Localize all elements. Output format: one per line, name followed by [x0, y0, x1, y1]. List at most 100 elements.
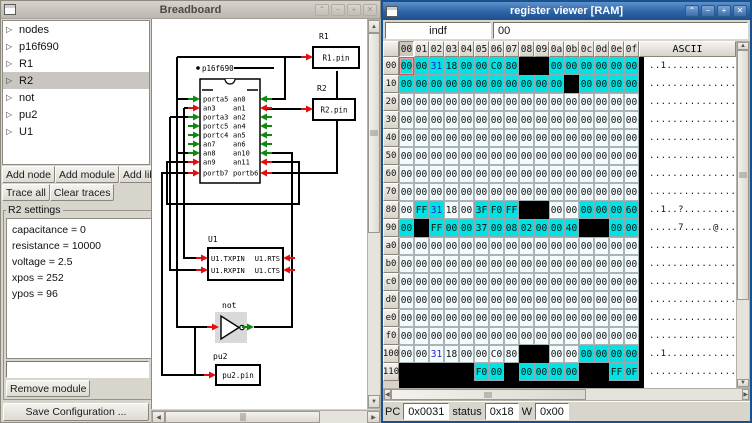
ram-cell-f0-4[interactable]: 00 — [459, 327, 474, 345]
ram-cell-50-2[interactable]: 00 — [429, 147, 444, 165]
scroll-up-button[interactable]: ▲ — [737, 42, 749, 50]
ram-cell-a0-0[interactable]: 00 — [399, 237, 414, 255]
ram-cell-20-9[interactable]: 00 — [534, 93, 549, 111]
ram-cell-b0-8[interactable]: 00 — [519, 255, 534, 273]
row-label[interactable]: 100 — [383, 345, 399, 363]
ram-cell-100-2[interactable]: 31 — [429, 345, 444, 363]
register-value-field[interactable]: 00 — [493, 22, 748, 39]
pin-label-an4[interactable]: an4 — [233, 123, 246, 131]
ram-cell-40-6[interactable]: 00 — [489, 129, 504, 147]
register-name-field[interactable]: indf — [385, 22, 491, 39]
ram-cell-a0-9[interactable]: 00 — [534, 237, 549, 255]
canvas-horizontal-scrollbar[interactable]: ◀ ▶ — [151, 410, 381, 423]
ram-cell-50-10[interactable]: 00 — [549, 147, 564, 165]
ram-cell-20-7[interactable]: 00 — [504, 93, 519, 111]
ram-cell-a0-14[interactable]: 00 — [609, 237, 624, 255]
ram-cell-d0-7[interactable]: 00 — [504, 291, 519, 309]
pin-label-an1[interactable]: an1 — [233, 105, 246, 113]
ram-cell-110-12[interactable] — [579, 363, 594, 381]
ram-cell-70-1[interactable]: 00 — [414, 183, 429, 201]
ram-cell-40-3[interactable]: 00 — [444, 129, 459, 147]
ram-cell-60-3[interactable]: 00 — [444, 165, 459, 183]
ram-cell-40-9[interactable]: 00 — [534, 129, 549, 147]
settings-property[interactable]: capacitance = 0 — [12, 222, 169, 238]
ram-cell-80-12[interactable]: 00 — [579, 201, 594, 219]
ram-cell-80-6[interactable]: F0 — [489, 201, 504, 219]
save-configuration-button[interactable]: Save Configuration ... — [3, 403, 149, 421]
ram-cell-c0-15[interactable]: 00 — [624, 273, 639, 291]
ram-cell-f0-10[interactable]: 00 — [549, 327, 564, 345]
column-header-02[interactable]: 02 — [429, 41, 444, 57]
tree-item-R1[interactable]: ▷R1 — [3, 55, 149, 72]
ram-cell-d0-11[interactable]: 00 — [564, 291, 579, 309]
add-node-button[interactable]: Add node — [2, 166, 55, 183]
column-header-0d[interactable]: 0d — [594, 41, 609, 57]
scroll-thumb[interactable] — [368, 33, 380, 233]
ram-cell-b0-5[interactable]: 00 — [474, 255, 489, 273]
ram-cell-30-1[interactable]: 00 — [414, 111, 429, 129]
canvas-vertical-scrollbar[interactable]: ▲ ▼ — [367, 19, 381, 409]
column-header-00[interactable]: 00 — [399, 41, 414, 57]
ram-cell-30-7[interactable]: 00 — [504, 111, 519, 129]
ram-cell-00-6[interactable]: C0 — [489, 57, 504, 75]
ram-cell-80-15[interactable]: 60 — [624, 201, 639, 219]
ram-cell-f0-7[interactable]: 00 — [504, 327, 519, 345]
ram-cell-c0-5[interactable]: 00 — [474, 273, 489, 291]
ram-cell-00-15[interactable]: 00 — [624, 57, 639, 75]
ram-cell-40-5[interactable]: 00 — [474, 129, 489, 147]
ram-cell-20-11[interactable]: 00 — [564, 93, 579, 111]
ram-cell-d0-2[interactable]: 00 — [429, 291, 444, 309]
ram-cell-d0-10[interactable]: 00 — [549, 291, 564, 309]
ram-cell-90-5[interactable]: 37 — [474, 219, 489, 237]
ram-cell-60-0[interactable]: 00 — [399, 165, 414, 183]
ram-cell-00-13[interactable]: 00 — [594, 57, 609, 75]
clear-traces-button[interactable]: Clear traces — [50, 184, 115, 201]
ram-cell-80-8[interactable] — [519, 201, 534, 219]
ram-cell-e0-4[interactable]: 00 — [459, 309, 474, 327]
ram-cell-60-8[interactable]: 00 — [519, 165, 534, 183]
row-label[interactable]: 00 — [383, 57, 399, 75]
row-label[interactable]: b0 — [383, 255, 399, 273]
ram-cell-30-6[interactable]: 00 — [489, 111, 504, 129]
ram-cell-e0-13[interactable]: 00 — [594, 309, 609, 327]
ram-cell-50-11[interactable]: 00 — [564, 147, 579, 165]
ram-cell-00-7[interactable]: 80 — [504, 57, 519, 75]
pin-label-portc4[interactable]: portc4 — [203, 132, 228, 140]
ram-cell-110-15[interactable]: 0F — [624, 363, 639, 381]
ram-cell-f0-5[interactable]: 00 — [474, 327, 489, 345]
ram-cell-80-2[interactable]: 31 — [429, 201, 444, 219]
row-label[interactable]: 70 — [383, 183, 399, 201]
ram-cell-20-4[interactable]: 00 — [459, 93, 474, 111]
ram-cell-10-8[interactable]: 00 — [519, 75, 534, 93]
ram-cell-c0-12[interactable]: 00 — [579, 273, 594, 291]
ram-cell-90-8[interactable]: 02 — [519, 219, 534, 237]
ram-cell-60-15[interactable]: 00 — [624, 165, 639, 183]
tree-item-nodes[interactable]: ▷nodes — [3, 21, 149, 38]
ram-cell-110-7[interactable] — [504, 363, 519, 381]
ram-cell-e0-6[interactable]: 00 — [489, 309, 504, 327]
pin-label-an3[interactable]: an3 — [203, 105, 216, 113]
ram-cell-e0-14[interactable]: 00 — [609, 309, 624, 327]
ram-cell-b0-13[interactable]: 00 — [594, 255, 609, 273]
shade-button[interactable]: ⌃ — [685, 5, 699, 17]
ram-cell-100-14[interactable]: 00 — [609, 345, 624, 363]
ram-cell-40-12[interactable]: 00 — [579, 129, 594, 147]
ram-cell-20-5[interactable]: 00 — [474, 93, 489, 111]
ram-cell-70-6[interactable]: 00 — [489, 183, 504, 201]
ram-cell-10-9[interactable]: 00 — [534, 75, 549, 93]
ram-cell-e0-2[interactable]: 00 — [429, 309, 444, 327]
ram-cell-20-8[interactable]: 00 — [519, 93, 534, 111]
ram-cell-b0-10[interactable]: 00 — [549, 255, 564, 273]
pin-label-an8[interactable]: an8 — [203, 150, 216, 158]
ram-cell-100-13[interactable]: 00 — [594, 345, 609, 363]
ram-cell-20-3[interactable]: 00 — [444, 93, 459, 111]
ram-cell-f0-0[interactable]: 00 — [399, 327, 414, 345]
ram-cell-d0-8[interactable]: 00 — [519, 291, 534, 309]
ram-cell-70-9[interactable]: 00 — [534, 183, 549, 201]
ram-cell-30-11[interactable]: 00 — [564, 111, 579, 129]
column-header-0b[interactable]: 0b — [564, 41, 579, 57]
ram-cell-90-10[interactable]: 00 — [549, 219, 564, 237]
column-header-0a[interactable]: 0a — [549, 41, 564, 57]
row-label[interactable]: 80 — [383, 201, 399, 219]
ram-cell-a0-12[interactable]: 00 — [579, 237, 594, 255]
